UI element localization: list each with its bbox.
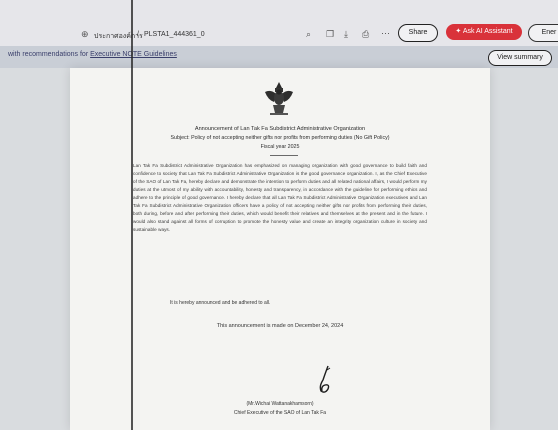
banner-prefix: with recommendations for [8,51,89,58]
signer-name: (Mr.Wichai Wattanakhamsorn) [246,401,314,407]
globe-icon: ⊕ [81,29,89,39]
share-button[interactable]: Share [398,24,438,42]
more-icon[interactable]: ⋯ [381,29,390,38]
document-body: Lan Tak Fa Subdistrict Administrative Or… [133,163,427,232]
print-icon[interactable]: ⎙ [362,30,369,39]
divider [270,155,298,156]
recommendation-banner: with recommendations for Executive NOTE … [0,46,558,68]
search-icon[interactable]: ⌕ [306,30,311,39]
ask-ai-label: Ask AI Assistant [462,28,513,35]
copy-icon[interactable]: ❐ [326,30,334,39]
path-separator: / [137,31,139,38]
document-page: Announcement of Lan Tak Fa Subdistrict A… [70,68,490,430]
guidelines-link[interactable]: Executive NOTE Guidelines [90,51,177,58]
sparkle-icon: ✦ [455,28,463,35]
file-prefix: ประกาศองค์การ [94,33,143,40]
pdf-toolbar: ⊕ ประกาศองค์การ / PLSTA1_444361_0 ⌕ ❐ ⤓ … [0,0,558,46]
ask-ai-assistant-button[interactable]: ✦ Ask AI Assistant [446,24,522,40]
ai-secondary-button[interactable]: Ener [528,24,558,42]
window-divider [131,0,133,430]
document-closing: It is hereby announced and be adhered to… [170,300,271,306]
file-name[interactable]: PLSTA1_444361_0 [144,31,205,38]
signer-title: Chief Executive of the SAO of Lan Tak Fa [233,410,327,416]
view-summary-button[interactable]: View summary [488,50,552,66]
signature [319,365,331,393]
document-title: Announcement of Lan Tak Fa Subdistrict A… [194,126,366,132]
download-icon[interactable]: ⤓ [344,30,348,39]
document-fiscal-year: Fiscal year 2025 [260,144,300,150]
garuda-emblem-icon [265,82,293,115]
document-subject: Subject: Policy of not accepting neither… [170,135,390,141]
announcement-date: This announcement is made on December 24… [216,323,344,329]
